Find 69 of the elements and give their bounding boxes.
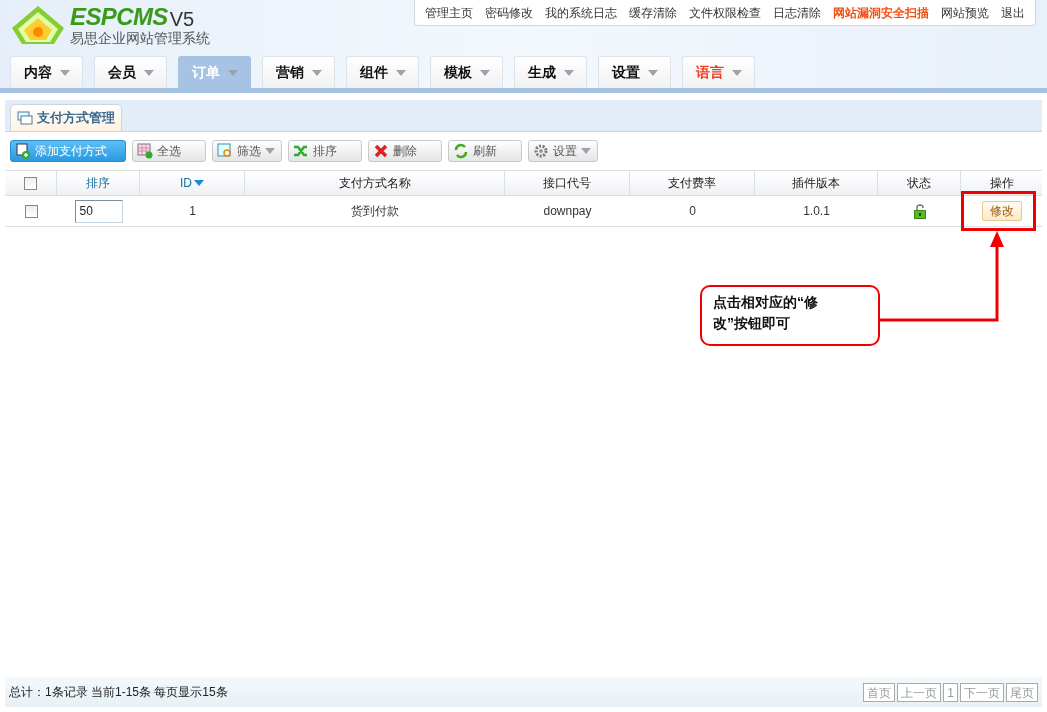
table-cell: 1.0.1 bbox=[803, 204, 830, 218]
checkbox[interactable] bbox=[24, 204, 38, 218]
logo-icon bbox=[10, 4, 66, 46]
brand-name: ESPCMS bbox=[70, 5, 168, 29]
sort-desc-icon bbox=[194, 180, 204, 186]
refresh-icon bbox=[453, 143, 469, 159]
caret-icon bbox=[227, 69, 238, 76]
column-header: 插件版本 bbox=[792, 175, 840, 192]
nav-tab[interactable]: 组件 bbox=[346, 56, 419, 88]
caret-icon bbox=[479, 69, 490, 76]
column-header[interactable]: ID bbox=[180, 174, 192, 192]
toolbar-button[interactable]: 刷新 bbox=[448, 140, 522, 162]
gear-icon bbox=[533, 143, 549, 159]
checkbox[interactable] bbox=[24, 176, 37, 190]
delete-icon bbox=[373, 143, 389, 159]
caret-icon bbox=[731, 69, 742, 76]
toolbar-button[interactable]: 删除 bbox=[368, 140, 442, 162]
callout-text: 点击相对应的“修改”按钮即可 bbox=[700, 285, 880, 346]
top-link[interactable]: 缓存清除 bbox=[623, 3, 683, 22]
nav-tab[interactable]: 内容 bbox=[10, 56, 83, 88]
toolbar-button[interactable]: 全选 bbox=[132, 140, 206, 162]
toolbar-button[interactable]: 筛选 bbox=[212, 140, 282, 162]
column-header: 操作 bbox=[989, 175, 1014, 192]
top-link[interactable]: 网站漏洞安全扫描 bbox=[827, 3, 935, 22]
panel-tab-label: 支付方式管理 bbox=[37, 109, 115, 128]
table-cell: 0 bbox=[689, 204, 696, 218]
table-cell: downpay bbox=[543, 204, 592, 218]
grid-add-icon bbox=[137, 143, 153, 159]
window-icon bbox=[17, 111, 33, 125]
caret-icon bbox=[143, 69, 154, 76]
nav-tab[interactable]: 语言 bbox=[682, 56, 755, 88]
column-header: 接口代号 bbox=[543, 175, 591, 192]
caret-icon bbox=[265, 148, 275, 154]
caret-icon bbox=[395, 69, 406, 76]
unlocked-lock-icon[interactable] bbox=[913, 203, 926, 219]
nav-tab[interactable]: 模板 bbox=[430, 56, 503, 88]
caret-icon bbox=[311, 69, 322, 76]
sort-input[interactable]: 50 bbox=[74, 199, 123, 223]
caret-icon bbox=[581, 148, 591, 154]
nav-tab[interactable]: 设置 bbox=[598, 56, 671, 88]
toolbar-button[interactable]: 设置 bbox=[528, 140, 598, 162]
top-link[interactable]: 网站预览 bbox=[935, 3, 995, 22]
column-header: 状态 bbox=[907, 175, 931, 192]
caret-icon bbox=[563, 69, 574, 76]
panel-tab[interactable]: 支付方式管理 bbox=[10, 104, 122, 131]
nav-tab[interactable]: 生成 bbox=[514, 56, 587, 88]
caret-icon bbox=[59, 69, 70, 76]
toolbar-button[interactable]: 排序 bbox=[288, 140, 362, 162]
table-cell: 货到付款 bbox=[351, 204, 399, 218]
record-summary: 总计：1条记录 当前1-15条 每页显示15条 bbox=[9, 684, 228, 701]
column-header: 支付方式名称 bbox=[338, 175, 411, 192]
column-header: 支付费率 bbox=[668, 175, 716, 192]
nav-tab[interactable]: 会员 bbox=[94, 56, 167, 88]
nav-tab[interactable]: 营销 bbox=[262, 56, 335, 88]
logo-subtitle: 易思企业网站管理系统 bbox=[70, 31, 210, 45]
top-link[interactable]: 文件权限检查 bbox=[683, 3, 767, 22]
top-link[interactable]: 密码修改 bbox=[479, 3, 539, 22]
table-cell: 1 bbox=[189, 204, 196, 218]
version-label: V5 bbox=[169, 9, 195, 29]
top-link[interactable]: 我的系统日志 bbox=[539, 3, 623, 22]
shuffle-icon bbox=[293, 143, 309, 159]
add-document-icon bbox=[15, 143, 31, 159]
top-link[interactable]: 管理主页 bbox=[419, 3, 479, 22]
top-link[interactable]: 日志清除 bbox=[767, 3, 827, 22]
edit-button[interactable]: 修改 bbox=[981, 201, 1022, 221]
caret-icon bbox=[647, 69, 658, 76]
magnifier-icon bbox=[217, 143, 233, 159]
top-link[interactable]: 退出 bbox=[995, 3, 1031, 22]
column-header[interactable]: 排序 bbox=[86, 174, 110, 192]
